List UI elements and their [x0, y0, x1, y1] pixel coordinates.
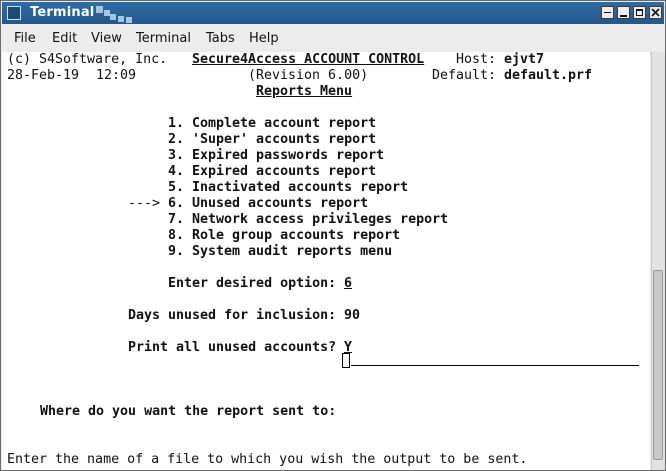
title-bar[interactable]: Terminal [2, 2, 664, 24]
terminal-window: Terminal File Edit View Terminal Tabs He… [0, 0, 666, 471]
option-2: 2. 'Super' accounts report [168, 132, 377, 147]
revision-text: (Revision 6.00) [248, 68, 369, 83]
option-3: 3. Expired passwords report [168, 148, 385, 163]
option-4: 4. Expired accounts report [168, 164, 377, 179]
close-icon [651, 8, 660, 17]
report-destination-input[interactable] [351, 365, 639, 366]
menu-bar: File Edit View Terminal Tabs Help [2, 25, 664, 53]
option-1: 1. Complete account report [168, 116, 377, 131]
option-8: 8. Role group accounts report [168, 228, 401, 243]
window-menu-button[interactable] [601, 6, 614, 19]
vertical-scrollbar[interactable] [651, 52, 665, 470]
time-text: 12:09 [96, 68, 137, 83]
menu-title: Reports Menu [256, 84, 353, 99]
desired-option-label: Enter desired option: [168, 276, 337, 291]
report-destination-label: Where do you want the report sent to: [40, 404, 337, 419]
scrollbar-thumb[interactable] [653, 270, 663, 460]
app-title: Secure4Access ACCOUNT CONTROL [192, 52, 425, 67]
copyright-text: (c) S4Software, Inc. [7, 52, 168, 67]
days-unused-value: 90 [344, 308, 361, 323]
window-title: Terminal [30, 5, 95, 20]
desired-option-value: 6 [344, 276, 353, 291]
default-label: Default: [432, 68, 497, 83]
default-value: default.prf [504, 68, 593, 83]
option-6: 6. Unused accounts report [168, 196, 369, 211]
titlebar-decoration-icon [96, 6, 132, 23]
option-5: 5. Inactivated accounts report [168, 180, 409, 195]
text-cursor [342, 353, 350, 368]
terminal-app-icon [7, 6, 21, 20]
terminal-screen[interactable]: (c) S4Software, Inc. Secure4Access ACCOU… [2, 52, 650, 470]
option-7: 7. Network access privileges report [168, 212, 449, 227]
menu-tabs[interactable]: Tabs [206, 31, 235, 46]
menu-edit[interactable]: Edit [52, 31, 77, 46]
menu-file[interactable]: File [14, 31, 36, 46]
option-9: 9. System audit reports menu [168, 244, 393, 259]
host-label: Host: [456, 52, 497, 67]
minimize-button[interactable] [617, 6, 630, 19]
selection-arrow: ---> [128, 196, 161, 211]
close-button[interactable] [649, 6, 662, 19]
maximize-button[interactable] [633, 6, 646, 19]
days-unused-label: Days unused for inclusion: [128, 308, 337, 323]
host-value: ejvt7 [504, 52, 545, 67]
print-all-label: Print all unused accounts? [128, 340, 337, 355]
menu-terminal[interactable]: Terminal [136, 31, 191, 46]
menu-view[interactable]: View [91, 31, 122, 46]
status-line: Enter the name of a file to which you wi… [7, 452, 528, 467]
date-text: 28-Feb-19 [7, 68, 80, 83]
menu-help[interactable]: Help [249, 31, 279, 46]
